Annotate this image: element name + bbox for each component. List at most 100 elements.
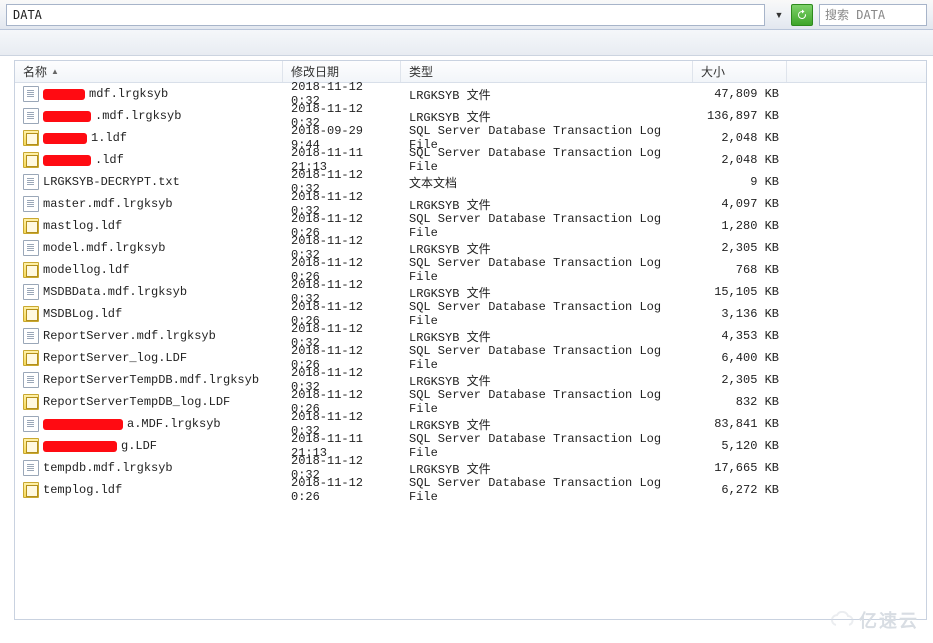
file-type: LRGKSYB 文件 bbox=[401, 86, 693, 103]
file-size: 4,097 KB bbox=[693, 197, 787, 211]
file-name-cell: g.LDF bbox=[15, 438, 283, 454]
file-name: 1.ldf bbox=[91, 131, 127, 145]
file-name: ReportServerTempDB.mdf.lrgksyb bbox=[43, 373, 259, 387]
file-name: g.LDF bbox=[121, 439, 157, 453]
file-name: mastlog.ldf bbox=[43, 219, 122, 233]
file-name-cell: .ldf bbox=[15, 152, 283, 168]
table-row[interactable]: mdf.lrgksyb2018-11-12 0:32LRGKSYB 文件47,8… bbox=[15, 83, 926, 105]
address-toolbar: DATA ▼ 搜索 DATA bbox=[0, 0, 933, 30]
logfile-icon bbox=[23, 306, 39, 322]
file-name-cell: tempdb.mdf.lrgksyb bbox=[15, 460, 283, 476]
file-type: SQL Server Database Transaction Log File bbox=[401, 300, 693, 328]
file-name: modellog.ldf bbox=[43, 263, 129, 277]
textfile-icon bbox=[23, 86, 39, 102]
textfile-icon bbox=[23, 108, 39, 124]
file-name-cell: modellog.ldf bbox=[15, 262, 283, 278]
textfile-icon bbox=[23, 196, 39, 212]
logfile-icon bbox=[23, 218, 39, 234]
file-date: 2018-11-12 0:26 bbox=[283, 476, 401, 504]
cloud-icon bbox=[829, 611, 855, 629]
file-size: 47,809 KB bbox=[693, 87, 787, 101]
redacted-text bbox=[43, 441, 117, 452]
file-name-cell: a.MDF.lrgksyb bbox=[15, 416, 283, 432]
file-type: LRGKSYB 文件 bbox=[401, 196, 693, 213]
file-type: SQL Server Database Transaction Log File bbox=[401, 146, 693, 174]
file-size: 17,665 KB bbox=[693, 461, 787, 475]
file-size: 2,048 KB bbox=[693, 131, 787, 145]
file-name-cell: MSDBData.mdf.lrgksyb bbox=[15, 284, 283, 300]
file-type: LRGKSYB 文件 bbox=[401, 460, 693, 477]
table-row[interactable]: .ldf2018-11-11 21:13SQL Server Database … bbox=[15, 149, 926, 171]
redacted-text bbox=[43, 133, 87, 144]
table-row[interactable]: MSDBLog.ldf2018-11-12 0:26SQL Server Dat… bbox=[15, 303, 926, 325]
textfile-icon bbox=[23, 460, 39, 476]
file-name: master.mdf.lrgksyb bbox=[43, 197, 173, 211]
logfile-icon bbox=[23, 394, 39, 410]
file-type: SQL Server Database Transaction Log File bbox=[401, 212, 693, 240]
history-dropdown[interactable]: ▼ bbox=[769, 4, 789, 26]
header-type[interactable]: 类型 bbox=[401, 61, 693, 82]
file-type: LRGKSYB 文件 bbox=[401, 240, 693, 257]
file-name-cell: ReportServerTempDB.mdf.lrgksyb bbox=[15, 372, 283, 388]
logfile-icon bbox=[23, 130, 39, 146]
file-type: LRGKSYB 文件 bbox=[401, 284, 693, 301]
menu-bar bbox=[0, 30, 933, 56]
column-headers: 名称 ▲ 修改日期 类型 大小 bbox=[15, 61, 926, 83]
textfile-icon bbox=[23, 240, 39, 256]
file-size: 1,280 KB bbox=[693, 219, 787, 233]
table-row[interactable]: modellog.ldf2018-11-12 0:26SQL Server Da… bbox=[15, 259, 926, 281]
file-type: SQL Server Database Transaction Log File bbox=[401, 256, 693, 284]
file-name: tempdb.mdf.lrgksyb bbox=[43, 461, 173, 475]
header-date[interactable]: 修改日期 bbox=[283, 61, 401, 82]
table-row[interactable]: mastlog.ldf2018-11-12 0:26SQL Server Dat… bbox=[15, 215, 926, 237]
file-name: ReportServerTempDB_log.LDF bbox=[43, 395, 230, 409]
file-name-cell: ReportServer_log.LDF bbox=[15, 350, 283, 366]
file-name: a.MDF.lrgksyb bbox=[127, 417, 221, 431]
table-row[interactable]: LRGKSYB-DECRYPT.txt2018-11-12 0:32文本文档9 … bbox=[15, 171, 926, 193]
textfile-icon bbox=[23, 284, 39, 300]
file-size: 5,120 KB bbox=[693, 439, 787, 453]
textfile-icon bbox=[23, 328, 39, 344]
redacted-text bbox=[43, 111, 91, 122]
logfile-icon bbox=[23, 262, 39, 278]
file-type: 文本文档 bbox=[401, 174, 693, 191]
file-size: 3,136 KB bbox=[693, 307, 787, 321]
header-name[interactable]: 名称 ▲ bbox=[15, 61, 283, 82]
file-size: 2,305 KB bbox=[693, 241, 787, 255]
logfile-icon bbox=[23, 482, 39, 498]
file-size: 15,105 KB bbox=[693, 285, 787, 299]
file-name-cell: 1.ldf bbox=[15, 130, 283, 146]
logfile-icon bbox=[23, 438, 39, 454]
file-name-cell: .mdf.lrgksyb bbox=[15, 108, 283, 124]
refresh-button[interactable] bbox=[791, 4, 813, 26]
table-row[interactable]: ReportServer_log.LDF2018-11-12 0:26SQL S… bbox=[15, 347, 926, 369]
file-name: mdf.lrgksyb bbox=[89, 87, 168, 101]
file-name-cell: ReportServer.mdf.lrgksyb bbox=[15, 328, 283, 344]
table-row[interactable]: g.LDF2018-11-11 21:13SQL Server Database… bbox=[15, 435, 926, 457]
file-size: 6,400 KB bbox=[693, 351, 787, 365]
file-name-cell: model.mdf.lrgksyb bbox=[15, 240, 283, 256]
header-size[interactable]: 大小 bbox=[693, 61, 787, 82]
redacted-text bbox=[43, 419, 123, 430]
refresh-icon bbox=[796, 9, 808, 21]
file-name: model.mdf.lrgksyb bbox=[43, 241, 165, 255]
table-row[interactable]: ReportServerTempDB_log.LDF2018-11-12 0:2… bbox=[15, 391, 926, 413]
file-name: templog.ldf bbox=[43, 483, 122, 497]
table-row[interactable]: templog.ldf 2018-11-12 0:26SQL Server Dat… bbox=[15, 479, 926, 501]
address-bar[interactable]: DATA bbox=[6, 4, 765, 26]
file-name-cell: MSDBLog.ldf bbox=[15, 306, 283, 322]
file-type: LRGKSYB 文件 bbox=[401, 328, 693, 345]
file-type: SQL Server Database Transaction Log File bbox=[401, 476, 693, 504]
file-size: 136,897 KB bbox=[693, 109, 787, 123]
file-name: ReportServer.mdf.lrgksyb bbox=[43, 329, 216, 343]
file-size: 2,305 KB bbox=[693, 373, 787, 387]
logfile-icon bbox=[23, 350, 39, 366]
path-text: DATA bbox=[13, 8, 42, 22]
textfile-icon bbox=[23, 372, 39, 388]
file-name: MSDBLog.ldf bbox=[43, 307, 122, 321]
file-size: 2,048 KB bbox=[693, 153, 787, 167]
file-name: .mdf.lrgksyb bbox=[95, 109, 181, 123]
redacted-text bbox=[43, 155, 91, 166]
file-type: SQL Server Database Transaction Log File bbox=[401, 388, 693, 416]
search-input[interactable]: 搜索 DATA bbox=[819, 4, 927, 26]
